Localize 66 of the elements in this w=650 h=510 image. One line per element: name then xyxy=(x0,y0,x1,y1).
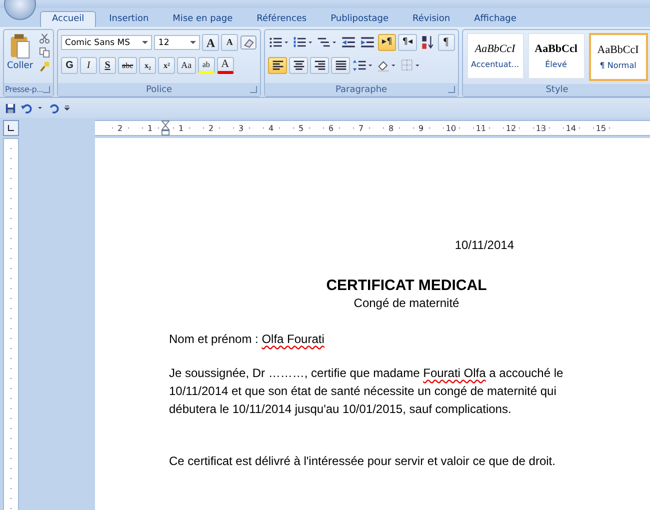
format-button[interactable]: x₂ xyxy=(139,57,156,74)
ribbon-tab[interactable]: Révision xyxy=(402,12,462,27)
caret-icon[interactable] xyxy=(37,104,43,112)
format-button[interactable]: Aa xyxy=(177,57,196,74)
format-button[interactable]: S xyxy=(99,57,116,74)
clipboard-icon xyxy=(9,33,32,61)
document-title: CERTIFICAT MEDICAL xyxy=(325,277,488,294)
body-paragraph: Je soussignée, Dr ………, certifie que madame Fourati Olfa a accouché le 10/11/2014 et que son état de santé nécessite un congé de maternité qui débutera le 10/11/2014 jusqu'au 10/01/2015, sauf complications. xyxy=(169,365,564,418)
paste-button[interactable]: Coller xyxy=(7,33,34,83)
style-name: Accentuat... xyxy=(471,60,520,69)
group-label: Police xyxy=(146,84,172,94)
style-preview: AaBbCcI xyxy=(474,43,516,55)
date-text: 10/11/2014 xyxy=(454,238,514,252)
align-justify-button[interactable] xyxy=(331,57,350,74)
format-button[interactable]: I xyxy=(80,57,98,74)
customize-toolbar-icon[interactable] xyxy=(64,104,70,112)
align-center-button[interactable] xyxy=(289,57,308,74)
scissors-icon[interactable] xyxy=(39,33,50,44)
align-icon xyxy=(334,60,347,71)
format-button[interactable]: abc xyxy=(118,57,138,74)
indent-marker-icon[interactable] xyxy=(161,120,170,136)
style-option[interactable]: AaBbCcI Accentuat... xyxy=(466,33,524,79)
text-direction-button[interactable]: ¶◂ xyxy=(398,34,417,51)
text-direction-button[interactable]: ▸¶ xyxy=(378,34,396,51)
copy-icon[interactable] xyxy=(39,47,50,58)
group-label: Style xyxy=(546,85,568,95)
ribbon-tab[interactable]: Mise en page xyxy=(162,12,244,27)
align-icon xyxy=(272,60,284,71)
shrink-font-button[interactable]: A xyxy=(221,34,238,51)
grow-font-button[interactable]: A xyxy=(202,34,220,51)
undo-icon[interactable] xyxy=(21,102,32,114)
group-label: Paragraphe xyxy=(335,84,388,94)
font-color-button[interactable]: A xyxy=(216,57,234,74)
style-name: Élevé xyxy=(545,60,567,69)
format-button[interactable]: G xyxy=(61,57,78,74)
group-label: Presse-p... xyxy=(5,85,44,94)
ribbon-tab[interactable]: Accueil xyxy=(40,11,96,27)
caret-icon[interactable] xyxy=(142,41,148,44)
tab-selector-icon[interactable] xyxy=(3,120,19,136)
show-marks-button[interactable]: ¶ xyxy=(438,34,455,51)
style-option[interactable]: AaBbCcI ¶ Normal xyxy=(588,33,648,81)
style-preview: AaBbCcI xyxy=(597,44,639,56)
brush-icon[interactable] xyxy=(39,61,50,72)
closing-paragraph: Ce certificat est délivré à l'intéressée pour servir et valoir ce que de droit. xyxy=(169,453,556,470)
caret-icon[interactable] xyxy=(190,41,196,44)
save-icon[interactable] xyxy=(5,102,16,114)
document-subtitle: Congé de maternité xyxy=(352,296,460,310)
format-button[interactable]: x² xyxy=(158,57,176,74)
ribbon-tab[interactable]: Références xyxy=(246,12,318,27)
align-icon xyxy=(314,60,326,71)
font-name-field[interactable]: Comic Sans MS xyxy=(61,35,152,50)
font-size-field[interactable]: 12 xyxy=(154,35,200,50)
ribbon-tab[interactable]: Affichage xyxy=(463,12,528,27)
ribbon-tab[interactable]: Publipostage xyxy=(320,12,400,27)
style-preview: AaBbCcl xyxy=(534,43,578,55)
style-option[interactable]: AaBbCcl Élevé xyxy=(528,33,585,79)
redo-icon[interactable] xyxy=(48,102,59,114)
highlight-button[interactable]: ab xyxy=(198,57,215,74)
eraser-icon[interactable] xyxy=(240,34,258,51)
ribbon-tab[interactable]: Insertion xyxy=(98,12,160,27)
style-name: ¶ Normal xyxy=(600,61,636,70)
align-left-button[interactable] xyxy=(268,57,288,74)
name-line: Nom et prénom : Olfa Fourati xyxy=(169,331,326,348)
align-icon xyxy=(292,60,305,71)
align-right-button[interactable] xyxy=(310,57,330,74)
line-spacing-icon[interactable] xyxy=(352,57,374,74)
